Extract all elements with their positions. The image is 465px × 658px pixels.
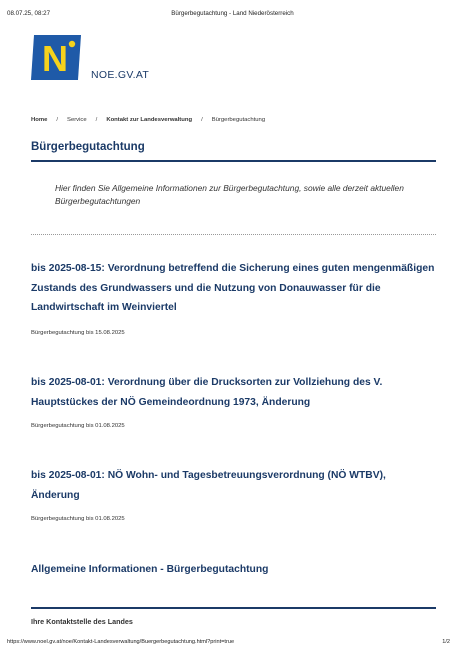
svg-text:N: N: [42, 38, 68, 79]
entry-title-link[interactable]: bis 2025-08-01: Verordnung über die Druc…: [31, 373, 436, 412]
breadcrumb-service[interactable]: Service: [67, 117, 87, 123]
dotted-divider: [31, 234, 436, 235]
page-number: 1/2: [442, 639, 450, 645]
entry-subtitle: Bürgerbegutachtung bis 01.08.2025: [31, 516, 125, 522]
breadcrumb-separator: /: [95, 117, 98, 123]
section-divider: [31, 607, 436, 609]
page-title: Bürgerbegutachtung: [31, 141, 145, 153]
intro-text: Hier finden Sie Allgemeine Informationen…: [55, 183, 404, 206]
breadcrumb: Home / Service / Kontakt zur Landesverwaltun…: [31, 117, 265, 123]
site-name-link[interactable]: NOE.GV.AT: [91, 69, 149, 81]
title-divider: [31, 160, 436, 162]
noe-logo-icon[interactable]: N: [31, 35, 81, 80]
general-info-link[interactable]: Allgemeine Informationen - Bürgerbegutac…: [31, 564, 268, 575]
contact-heading: Ihre Kontaktstelle des Landes: [31, 617, 133, 626]
print-header: 08.07.25, 08:27 Bürgerbegutachtung - Lan…: [7, 10, 458, 20]
entry-subtitle: Bürgerbegutachtung bis 01.08.2025: [31, 423, 125, 429]
breadcrumb-kontakt[interactable]: Kontakt zur Landesverwaltung: [106, 117, 192, 123]
entry-subtitle: Bürgerbegutachtung bis 15.08.2025: [31, 330, 125, 336]
entry-title-link[interactable]: bis 2025-08-15: Verordnung betreffend di…: [31, 259, 436, 318]
breadcrumb-current: Bürgerbegutachtung: [211, 117, 266, 123]
entry-title-link[interactable]: bis 2025-08-01: NÖ Wohn- und Tagesbetreu…: [31, 466, 436, 505]
breadcrumb-separator: /: [56, 117, 59, 123]
breadcrumb-home[interactable]: Home: [31, 117, 47, 123]
print-url: https://www.noel.gv.at/noe/Kontakt-Lande…: [7, 639, 235, 645]
breadcrumb-separator: /: [201, 117, 203, 123]
print-doc-title: Bürgerbegutachtung - Land Niederösterrei…: [171, 10, 294, 17]
logo-graphic: N: [31, 35, 81, 80]
